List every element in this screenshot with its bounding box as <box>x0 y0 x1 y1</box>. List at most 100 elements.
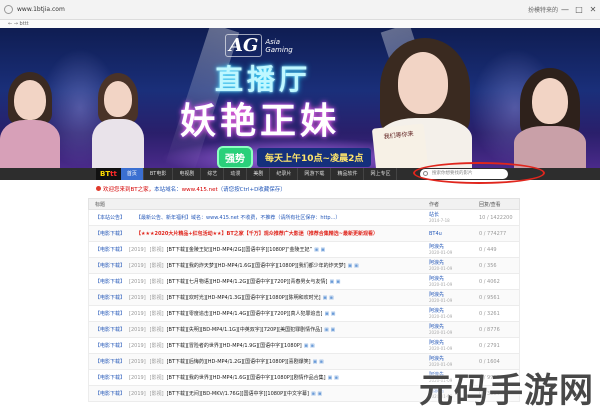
image-attachment-icon: ▣ ▣ <box>324 326 336 333</box>
thread-author[interactable]: 阿浪先 2020-01-09 <box>429 276 479 288</box>
thread-title-link[interactable]: 【最新公告、新年福利】域名：www.415.net 不收费，不推荐（请所有社区保… <box>136 214 340 221</box>
nav-item-anime[interactable]: 动漫 <box>224 168 248 180</box>
thread-main: 【电影下载】 [2019] [影视] [BT下载][后悔药][HD-MP4/1.2G]… <box>89 358 429 366</box>
site-notice: 欢迎您来到BT之家，本站域名：www.415.net（请您按Ctrl+D收藏保存… <box>96 184 526 196</box>
nav-item-variety[interactable]: 综艺 <box>201 168 225 180</box>
browser-navigation[interactable]: ← → bttt <box>0 20 600 28</box>
search-icon[interactable] <box>423 171 428 176</box>
thread-author[interactable]: 站长 2014-7-18 <box>429 212 479 224</box>
thread-year: [2019] <box>129 310 146 317</box>
nav-item-documentary[interactable]: 纪录片 <box>270 168 299 180</box>
table-row[interactable]: 【电影下载】 [2019] [影视] [BT下载][零度追击][HD-MP4/1.4G… <box>88 306 520 322</box>
thread-category[interactable]: 【电影下载】 <box>95 230 125 237</box>
hero-banner[interactable]: AG Asia Gaming 直播厅 妖艳正妹 强势 每天上午10点~凌晨2点 我… <box>0 28 600 168</box>
thread-category[interactable]: 【电影下载】 <box>95 358 125 365</box>
thread-author[interactable]: 阿浪先 2020-01-09 <box>429 308 479 320</box>
thread-title-link[interactable]: [BT下载][后悔药][HD-MP4/1.2G][国语中字][1080P][喜剧… <box>167 358 311 365</box>
thread-author[interactable]: 阿浪先 2020-01-09 <box>429 244 479 256</box>
nav-item-zone[interactable]: 网上专区 <box>364 168 398 180</box>
thread-type: [影视] <box>149 375 164 381</box>
thread-category[interactable]: 【电影下载】 <box>95 326 125 333</box>
thread-category[interactable]: 【电影下载】 <box>95 262 125 269</box>
thread-main: 【电影下载】 【★★★2020大片精品+红包活动★★】BT之家【千万】观众推荐广大… <box>89 230 429 237</box>
image-attachment-icon: ▣ ▣ <box>322 294 334 301</box>
thread-stats: 0 / 8776 <box>479 326 500 333</box>
image-attachment-icon: ▣ ▣ <box>312 358 324 365</box>
thread-stats: 0 / 774277 <box>479 230 507 237</box>
notice-icon <box>96 186 101 191</box>
promo-text: 每天上午10点~凌晨2点 <box>257 148 372 167</box>
main-navigation: BTtt 首页 BT电影 电视剧 综艺 动漫 美剧 纪录片 网游下载 精品软件 … <box>0 168 600 180</box>
table-row[interactable]: 【电影下载】 [2019] [影视] [BT下载][欢时光][HD-MP4/1.3G]… <box>88 290 520 306</box>
nav-item-software[interactable]: 精品软件 <box>331 168 365 180</box>
image-attachment-icon: ▣ ▣ <box>314 246 326 253</box>
image-attachment-icon: ▣ ▣ <box>347 262 359 269</box>
nav-item-games[interactable]: 网游下载 <box>298 168 332 180</box>
thread-type: [影视] <box>149 263 164 269</box>
maximize-icon[interactable]: □ <box>572 5 586 14</box>
thread-year: [2019] <box>129 262 146 269</box>
table-row[interactable]: 【电影下载】 [2019] [影视] [BT下载][冒险者的世界][HD-MP4/1.… <box>88 338 520 354</box>
thread-main: 【电影下载】 [2019] [影视] [BT下载][无间][BD-MKV/1.76G]… <box>89 390 429 398</box>
thread-title-link[interactable]: [BT下载][我的炸天梦][HD-MP4/1.6G][国语中字][1080P][… <box>167 262 346 269</box>
thread-title-link[interactable]: [BT下载][欢时光][HD-MP4/1.3G][国语中字][1080P][陈明… <box>167 294 321 301</box>
thread-category[interactable]: 【电影下载】 <box>95 310 125 317</box>
table-row[interactable]: 【电影下载】 [2019] [影视] [BT下载][七月物语][HD-MP4/1.2G… <box>88 274 520 290</box>
nav-item-us-drama[interactable]: 美剧 <box>247 168 271 180</box>
thread-type: [影视] <box>149 327 164 333</box>
thread-title-link[interactable]: 【★★★2020大片精品+红包活动★★】BT之家【千万】观众推荐广大影迷（推荐合… <box>136 230 378 237</box>
thread-title-link[interactable]: [BT下载][冒险者的世界][HD-MP4/1.9G][国语中字][1080P] <box>167 342 302 349</box>
thread-type: [影视] <box>149 311 164 317</box>
thread-stats: 0 / 4062 <box>479 278 500 285</box>
thread-category[interactable]: 【电影下载】 <box>95 246 125 253</box>
thread-year: [2019] <box>129 294 146 301</box>
thread-author[interactable]: BT4u <box>429 231 479 237</box>
thread-year: [2019] <box>129 358 146 365</box>
nav-item-home[interactable]: 首页 <box>120 168 144 180</box>
thread-author[interactable]: 阿浪先 2020-01-09 <box>429 260 479 272</box>
thread-category[interactable]: 【电影下载】 <box>95 342 125 349</box>
thread-type: [影视] <box>149 247 164 253</box>
domain-link[interactable]: www.415.net <box>182 187 218 193</box>
thread-year: [2019] <box>129 390 146 397</box>
close-icon[interactable]: ✕ <box>586 5 600 14</box>
minimize-icon[interactable]: — <box>558 5 572 14</box>
thread-category[interactable]: 【电影下载】 <box>95 294 125 301</box>
thread-category[interactable]: 【电影下载】 <box>95 278 125 285</box>
thread-title-link[interactable]: [BT下载][无间][BD-MKV/1.76G][国语中字][1080P][中文… <box>167 390 309 397</box>
table-row[interactable]: 【电影下载】 [2019] [影视] [BT下载][金陵王妃][HD-MP4/2G][… <box>88 242 520 258</box>
banner-headline-2: 妖艳正妹 <box>180 101 341 142</box>
table-row[interactable]: 【电影下载】 【★★★2020大片精品+红包活动★★】BT之家【千万】观众推荐广大… <box>88 226 520 242</box>
thread-stats: 0 / 356 <box>479 262 497 269</box>
thread-author[interactable]: 阿浪先 2020-01-09 <box>429 340 479 352</box>
thread-title-link[interactable]: [BT下载][金陵王妃][HD-MP4/2G][国语中字][1080P]“金陵王… <box>167 246 313 253</box>
thread-list-header: 标题 作者 回复/查看 <box>88 198 520 210</box>
thread-author[interactable]: 阿浪先 2020-01-09 <box>429 324 479 336</box>
thread-author[interactable]: 阿浪先 2020-01-09 <box>429 292 479 304</box>
search-input[interactable]: 搜索你想要找的影片 <box>420 169 508 179</box>
thread-stats: 0 / 449 <box>479 246 497 253</box>
thread-title-link[interactable]: [BT下载][七月物语][HD-MP4/1.2G][国语中字][720P][青春… <box>167 278 328 285</box>
table-row[interactable]: 【电影下载】 [2019] [影视] [BT下载][失明][BD-MP4/1.1G][… <box>88 322 520 338</box>
image-attachment-icon: ▣ ▣ <box>303 342 315 349</box>
nav-item-movies[interactable]: BT电影 <box>144 168 174 180</box>
thread-year: [2019] <box>129 278 146 285</box>
thread-category[interactable]: 【本站公告】 <box>95 214 125 221</box>
site-logo[interactable]: BTtt <box>96 168 121 180</box>
browser-extension-label[interactable]: 扮模特来的 <box>528 5 558 14</box>
signature-card: 我们等你来 <box>371 123 429 168</box>
browser-toolbar: www.1btjia.com 扮模特来的 — □ ✕ <box>0 0 600 20</box>
table-row[interactable]: 【本站公告】 【最新公告、新年福利】域名：www.415.net 不收费，不推荐（… <box>88 210 520 226</box>
nav-item-tv[interactable]: 电视剧 <box>173 168 202 180</box>
promo-tag: 强势 <box>217 146 253 168</box>
thread-title-link[interactable]: [BT下载][失明][BD-MP4/1.1G][中英双字][720P][美国犯罪… <box>167 326 323 333</box>
thread-category[interactable]: 【电影下载】 <box>95 374 125 381</box>
thread-type: [影视] <box>149 295 164 301</box>
table-row[interactable]: 【电影下载】 [2019] [影视] [BT下载][我的炸天梦][HD-MP4/1.6… <box>88 258 520 274</box>
thread-title-link[interactable]: [BT下载][零度追击][HD-MP4/1.4G][国语中字][720P][真人… <box>167 310 323 317</box>
banner-model-left <box>0 68 60 168</box>
address-bar[interactable]: www.1btjia.com <box>17 6 65 13</box>
thread-category[interactable]: 【电影下载】 <box>95 390 125 397</box>
image-attachment-icon: ▣ ▣ <box>327 374 339 381</box>
thread-title-link[interactable]: [BT下载][我的世界][HD-MP4/1.6G][国语中字][1080P][剧… <box>167 374 326 381</box>
